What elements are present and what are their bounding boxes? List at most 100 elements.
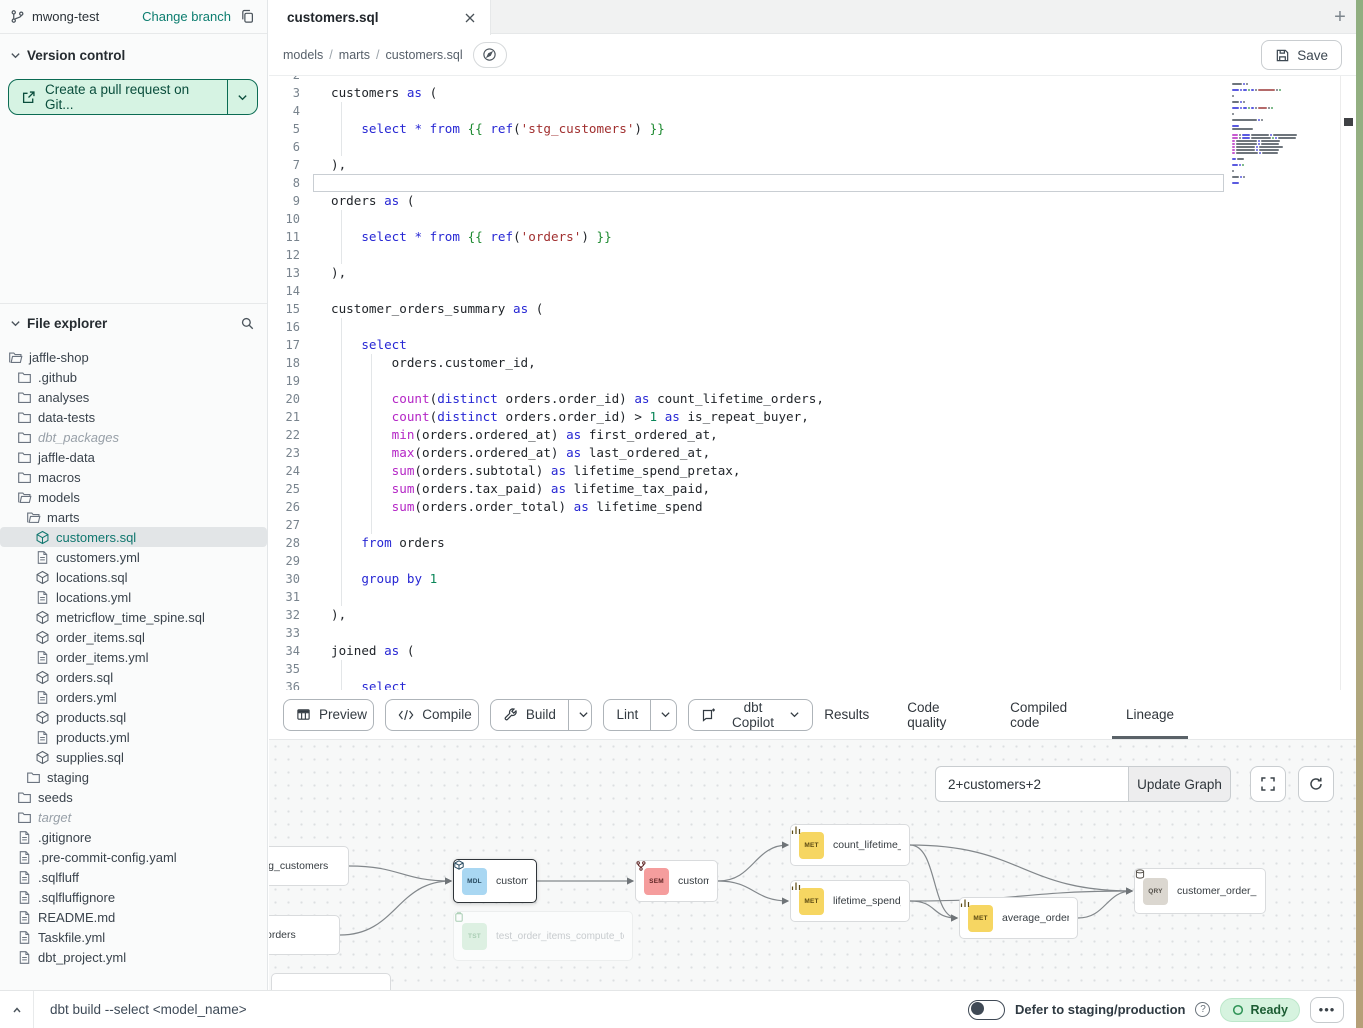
code-line-5[interactable]: 5 select * from {{ ref('stg_customers') …: [269, 120, 1356, 138]
code-line-8[interactable]: 8: [269, 174, 1356, 192]
tree-item-analyses[interactable]: analyses: [0, 387, 267, 407]
tree-item-order-items-yml[interactable]: order_items.yml: [0, 647, 267, 667]
lineage-node-lifetime_spend_pretax[interactable]: METlifetime_spend_pretax: [790, 880, 910, 922]
editor-scrollbar[interactable]: [1340, 76, 1356, 690]
code-line-10[interactable]: 10: [269, 210, 1356, 228]
tree-item-jaffle-data[interactable]: jaffle-data: [0, 447, 267, 467]
code-line-28[interactable]: 28 from orders: [269, 534, 1356, 552]
change-branch-link[interactable]: Change branch: [142, 9, 231, 24]
tree-item-products-yml[interactable]: products.yml: [0, 727, 267, 747]
tree-item-locations-sql[interactable]: locations.sql: [0, 567, 267, 587]
lineage-node-average_order_value[interactable]: METaverage_order_value: [959, 897, 1078, 939]
expand-command-bar-button[interactable]: [0, 991, 34, 1028]
update-graph-button[interactable]: Update Graph: [1128, 766, 1231, 802]
tree-item-dbt-project-yml[interactable]: dbt_project.yml: [0, 947, 267, 967]
lineage-selector-input[interactable]: [935, 766, 1128, 802]
command-input[interactable]: dbt build --select <model_name>: [34, 1002, 247, 1017]
tree-item-readme-md[interactable]: README.md: [0, 907, 267, 927]
code-line-18[interactable]: 18 orders.customer_id,: [269, 354, 1356, 372]
code-line-36[interactable]: 36 select: [269, 678, 1356, 690]
code-line-26[interactable]: 26 sum(orders.order_total) as lifetime_s…: [269, 498, 1356, 516]
tree-item-dbt-packages[interactable]: dbt_packages: [0, 427, 267, 447]
code-line-22[interactable]: 22 min(orders.ordered_at) as first_order…: [269, 426, 1356, 444]
build-options-caret[interactable]: [568, 700, 593, 730]
code-line-31[interactable]: 31: [269, 588, 1356, 606]
explore-docs-button[interactable]: [473, 42, 507, 68]
code-line-11[interactable]: 11 select * from {{ ref('orders') }}: [269, 228, 1356, 246]
defer-toggle[interactable]: [968, 1000, 1005, 1020]
lineage-node-customers_mdl[interactable]: MDLcustomers: [453, 859, 537, 903]
lint-button[interactable]: Lint: [603, 699, 676, 731]
code-line-15[interactable]: 15customer_orders_summary as (: [269, 300, 1356, 318]
refresh-button[interactable]: [1298, 766, 1334, 802]
tree-item-orders-sql[interactable]: orders.sql: [0, 667, 267, 687]
breadcrumb-models[interactable]: models: [283, 48, 323, 62]
tree-item-jaffle-shop[interactable]: jaffle-shop: [0, 347, 267, 367]
fullscreen-button[interactable]: [1250, 766, 1286, 802]
code-line-3[interactable]: 3customers as (: [269, 84, 1356, 102]
help-icon[interactable]: ?: [1195, 1002, 1210, 1017]
tree-item-metricflow-time-spine-sql[interactable]: metricflow_time_spine.sql: [0, 607, 267, 627]
preview-button[interactable]: Preview: [283, 699, 374, 731]
tree-item-customers-sql[interactable]: customers.sql: [0, 527, 267, 547]
more-options-button[interactable]: •••: [1310, 997, 1344, 1023]
code-line-13[interactable]: 13),: [269, 264, 1356, 282]
scrollbar-handle[interactable]: [1344, 118, 1353, 126]
tree-item-staging[interactable]: staging: [0, 767, 267, 787]
tab-compiled-code[interactable]: Compiled code: [1010, 690, 1088, 739]
tree-item--github[interactable]: .github: [0, 367, 267, 387]
lineage-node-customers_sem[interactable]: SEMcustomers: [635, 860, 718, 902]
tree-item--sqlfluffignore[interactable]: .sqlfluffignore: [0, 887, 267, 907]
lineage-node-orders_src[interactable]: orders: [269, 915, 340, 955]
lineage-node-customer_order_metrics[interactable]: QRYcustomer_order_metrics: [1134, 868, 1266, 914]
code-line-29[interactable]: 29: [269, 552, 1356, 570]
tree-item-order-items-sql[interactable]: order_items.sql: [0, 627, 267, 647]
tree-item-locations-yml[interactable]: locations.yml: [0, 587, 267, 607]
lineage-node-count_lifetime_orders[interactable]: METcount_lifetime_orders: [790, 824, 910, 866]
minimap[interactable]: [1232, 80, 1314, 185]
code-line-12[interactable]: 12: [269, 246, 1356, 264]
code-line-33[interactable]: 33: [269, 624, 1356, 642]
code-line-14[interactable]: 14: [269, 282, 1356, 300]
lineage-node-stg_customers[interactable]: stg_customers: [269, 846, 349, 886]
code-line-16[interactable]: 16: [269, 318, 1356, 336]
tab-lineage[interactable]: Lineage: [1126, 690, 1174, 739]
code-line-25[interactable]: 25 sum(orders.tax_paid) as lifetime_tax_…: [269, 480, 1356, 498]
tree-item-data-tests[interactable]: data-tests: [0, 407, 267, 427]
tree-item--gitignore[interactable]: .gitignore: [0, 827, 267, 847]
code-line-23[interactable]: 23 max(orders.ordered_at) as last_ordere…: [269, 444, 1356, 462]
new-tab-button[interactable]: +: [1327, 4, 1353, 30]
compile-button[interactable]: Compile: [385, 699, 479, 731]
close-tab-button[interactable]: [464, 12, 476, 24]
code-line-17[interactable]: 17 select: [269, 336, 1356, 354]
dbt-copilot-button[interactable]: dbt Copilot: [688, 699, 814, 731]
code-line-6[interactable]: 6: [269, 138, 1356, 156]
lineage-canvas[interactable]: Update Graph stg_customersorders MDLcusto…: [269, 740, 1356, 990]
code-line-30[interactable]: 30 group by 1: [269, 570, 1356, 588]
file-search-button[interactable]: [238, 314, 257, 333]
code-line-7[interactable]: 7),: [269, 156, 1356, 174]
breadcrumb-file[interactable]: customers.sql: [386, 48, 463, 62]
lineage-node-partial_node[interactable]: [271, 973, 391, 990]
tree-item-orders-yml[interactable]: orders.yml: [0, 687, 267, 707]
copy-branch-button[interactable]: [238, 7, 257, 26]
breadcrumb-marts[interactable]: marts: [339, 48, 370, 62]
tree-item-marts[interactable]: marts: [0, 507, 267, 527]
tree-item-customers-yml[interactable]: customers.yml: [0, 547, 267, 567]
tree-item-taskfile-yml[interactable]: Taskfile.yml: [0, 927, 267, 947]
code-line-35[interactable]: 35: [269, 660, 1356, 678]
tab-customers-sql[interactable]: customers.sql: [269, 0, 491, 35]
tree-item-products-sql[interactable]: products.sql: [0, 707, 267, 727]
lineage-node-test_orders[interactable]: TSTtest_order_items_compute_to_bools...: [453, 911, 633, 961]
code-line-4[interactable]: 4: [269, 102, 1356, 120]
tree-item-macros[interactable]: macros: [0, 467, 267, 487]
code-line-20[interactable]: 20 count(distinct orders.order_id) as co…: [269, 390, 1356, 408]
file-explorer-header[interactable]: File explorer: [0, 304, 267, 339]
version-control-header[interactable]: Version control: [0, 34, 267, 71]
status-badge[interactable]: Ready: [1220, 998, 1300, 1022]
create-pr-button[interactable]: Create a pull request on Git...: [8, 79, 258, 115]
code-line-27[interactable]: 27: [269, 516, 1356, 534]
code-line-2[interactable]: 2: [269, 76, 1356, 84]
code-line-34[interactable]: 34joined as (: [269, 642, 1356, 660]
code-editor[interactable]: 23customers as (45 select * from {{ ref(…: [269, 76, 1356, 690]
